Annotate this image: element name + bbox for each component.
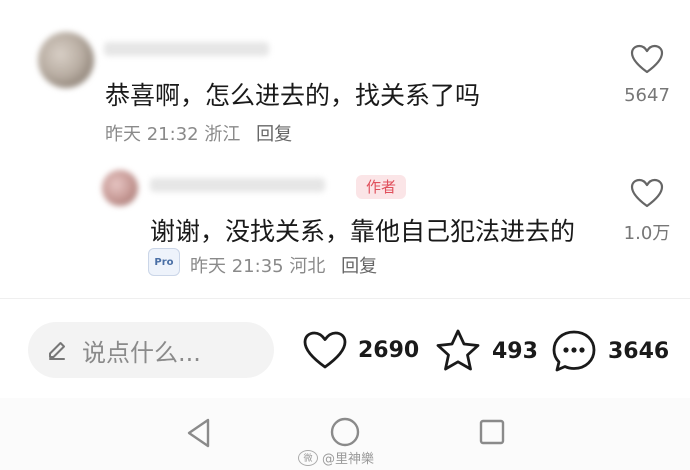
reply-avatar[interactable] [102, 170, 138, 206]
comment-location: 浙江 [204, 124, 241, 145]
commenter-avatar[interactable] [38, 32, 94, 88]
comment-like[interactable]: 5647 [614, 44, 680, 106]
star-icon[interactable] [434, 328, 482, 374]
reply-location: 河北 [289, 256, 326, 277]
section-divider [0, 298, 690, 299]
nav-recents-icon[interactable] [478, 418, 506, 450]
comment-input-placeholder[interactable]: 说点什么... [82, 333, 201, 368]
pen-icon [46, 339, 68, 361]
favorite-count: 493 [492, 338, 538, 364]
reply-text: 谢谢，没找关系，靠他自己犯法进去的 [150, 217, 576, 246]
watermark-account: @里神樂 [322, 452, 375, 467]
comment-text: 恭喜啊，怎么进去的，找关系了吗 [105, 81, 481, 110]
reply-date: 昨天 21:35 [190, 256, 284, 277]
heart-icon[interactable] [630, 178, 664, 213]
comment-meta: 昨天 21:32 浙江 回复 [105, 120, 292, 146]
heart-icon[interactable] [630, 44, 664, 79]
weibo-logo: 微 [298, 449, 318, 466]
comment-button[interactable]: 3646 [550, 328, 669, 374]
heart-icon[interactable] [302, 330, 348, 370]
like-count: 2690 [358, 337, 420, 363]
comment-input[interactable]: 说点什么... [28, 322, 274, 378]
reply-like-count: 1.0万 [623, 223, 671, 244]
comment-count: 3646 [608, 338, 670, 364]
reply-like[interactable]: 1.0万 [614, 178, 680, 245]
favorite-button[interactable]: 493 [434, 328, 538, 374]
like-button[interactable]: 2690 [302, 330, 419, 370]
comment-date: 昨天 21:32 [105, 124, 199, 145]
comment-reply-button[interactable]: 回复 [256, 124, 292, 145]
nav-home-icon[interactable] [329, 416, 361, 452]
author-badge: 作者 [356, 175, 407, 199]
reply-username[interactable] [150, 178, 325, 192]
user-badge-icon: Pro [148, 248, 180, 276]
comment-bubble-icon[interactable] [550, 328, 598, 374]
commenter-username[interactable] [104, 42, 269, 56]
reply-meta: 昨天 21:35 河北 回复 [190, 252, 377, 278]
nav-back-icon[interactable] [184, 416, 214, 454]
user-badge-label: Pro [154, 256, 174, 268]
comment-like-count: 5647 [624, 85, 670, 106]
watermark: 微 @里神樂 [298, 448, 374, 467]
reply-reply-button[interactable]: 回复 [341, 256, 377, 277]
